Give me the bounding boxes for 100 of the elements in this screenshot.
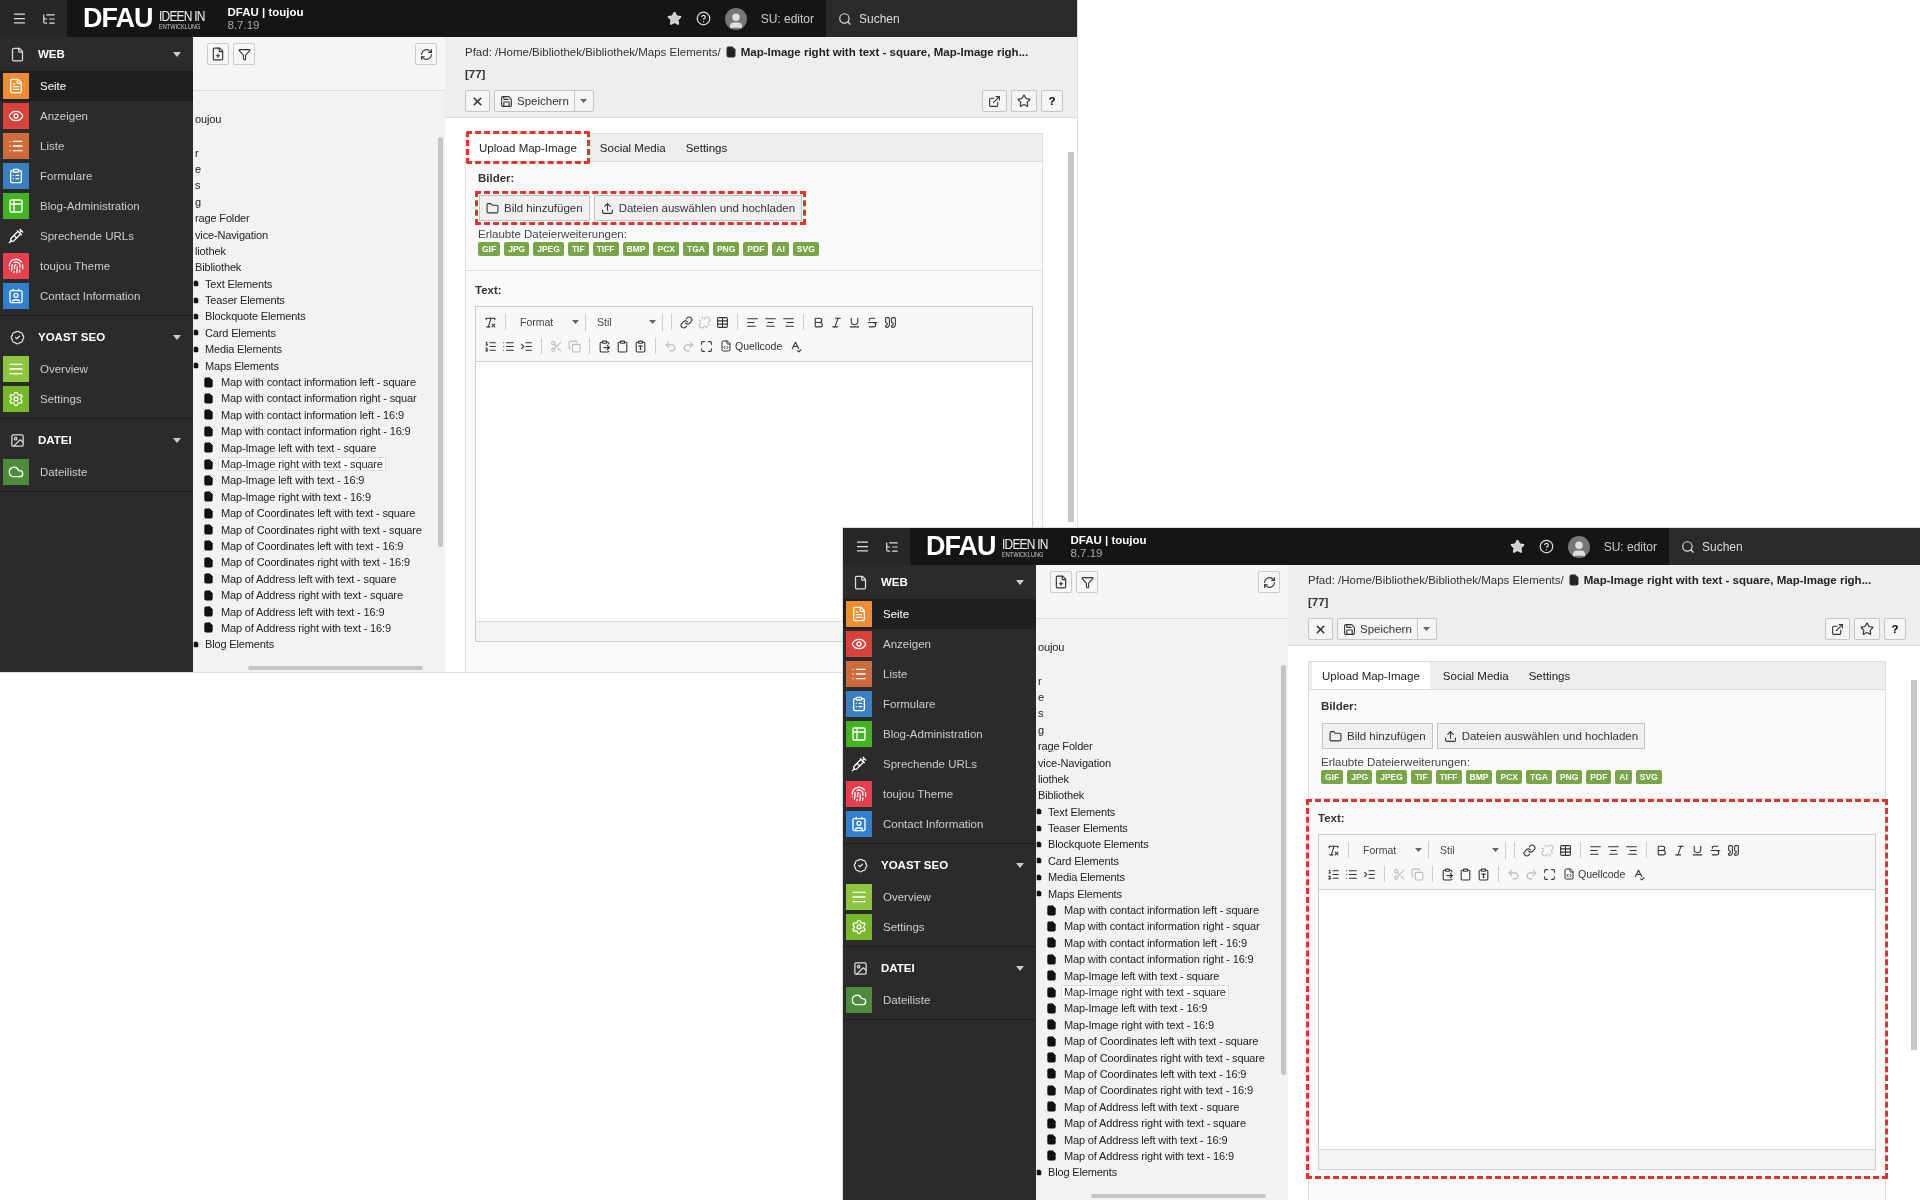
tree-item[interactable]: Map of Address right with text - square bbox=[1062, 1117, 1248, 1130]
module-item[interactable]: Anzeigen bbox=[0, 101, 193, 131]
strikethrough-icon[interactable] bbox=[1709, 843, 1722, 857]
help-button[interactable]: ? bbox=[1884, 618, 1906, 640]
paste-word-icon[interactable] bbox=[1477, 867, 1490, 881]
tree-item[interactable]: Map of Address left with text - square bbox=[219, 572, 399, 585]
tree-item[interactable]: Map-Image left with text - 16:9 bbox=[219, 474, 367, 487]
module-item[interactable]: Settings bbox=[0, 384, 193, 414]
tree-item[interactable]: Map with contact information right - squar bbox=[1062, 920, 1262, 933]
tree-item[interactable]: oujou bbox=[193, 113, 224, 126]
avatar-icon[interactable] bbox=[1567, 535, 1590, 558]
bookmark-button[interactable] bbox=[1011, 90, 1037, 112]
module-item[interactable]: Overview bbox=[843, 882, 1036, 912]
refresh-button[interactable] bbox=[415, 43, 437, 65]
tree-item[interactable]: Card Elements bbox=[1046, 854, 1121, 867]
align-right-icon[interactable] bbox=[1625, 843, 1638, 857]
user-name[interactable]: SU: editor bbox=[760, 11, 814, 26]
italic-icon[interactable] bbox=[1673, 843, 1686, 857]
tree-item[interactable]: Maps Elements bbox=[203, 359, 281, 372]
tree-item[interactable]: rage Folder bbox=[1036, 740, 1095, 753]
bullet-list-icon[interactable] bbox=[1345, 867, 1358, 881]
tab[interactable]: Social Media bbox=[1432, 662, 1519, 689]
paste-word-icon[interactable] bbox=[634, 339, 647, 353]
tree-list-icon[interactable] bbox=[884, 539, 899, 554]
module-group-header[interactable]: YOAST SEO bbox=[0, 320, 193, 354]
tree-item[interactable]: Media Elements bbox=[1046, 871, 1127, 884]
filter-button[interactable] bbox=[1076, 571, 1098, 593]
module-item[interactable]: Blog-Administration bbox=[843, 719, 1036, 749]
tree-item[interactable]: Map-Image left with text - square bbox=[1062, 969, 1222, 982]
maximize-icon[interactable] bbox=[1543, 867, 1556, 881]
module-item[interactable]: Contact Information bbox=[843, 809, 1036, 839]
tree-item[interactable]: Map of Coordinates right with text - 16:9 bbox=[219, 556, 412, 569]
tree-item[interactable]: Map-Image right with text - 16:9 bbox=[219, 490, 373, 503]
module-item[interactable]: toujou Theme bbox=[0, 251, 193, 281]
close-button[interactable] bbox=[465, 90, 490, 112]
tree-item[interactable]: Map with contact information right - 16:9 bbox=[219, 425, 413, 438]
rich-text-editor[interactable]: Format Stil Quellcode bbox=[1318, 834, 1876, 1170]
add-image-button[interactable]: Bild hinzufügen bbox=[1322, 723, 1433, 749]
module-item[interactable]: Dateiliste bbox=[0, 457, 193, 487]
tree-item[interactable]: Map of Address left with text - 16:9 bbox=[1062, 1133, 1230, 1146]
paste-icon[interactable] bbox=[1441, 867, 1454, 881]
tree-item[interactable]: r bbox=[193, 146, 201, 159]
align-left-icon[interactable] bbox=[746, 315, 759, 329]
tree-item[interactable]: vice-Navigation bbox=[1036, 756, 1113, 769]
search-field[interactable]: Suchen bbox=[1669, 528, 1920, 565]
tree-item[interactable]: Blockquote Elements bbox=[1046, 838, 1151, 851]
source-button[interactable]: Quellcode bbox=[718, 340, 785, 352]
add-image-button[interactable]: Bild hinzufügen bbox=[479, 195, 590, 221]
scrollbar[interactable] bbox=[1091, 1194, 1266, 1198]
tree-item[interactable]: Map with contact information left - 16:9 bbox=[1062, 936, 1249, 949]
tree-item[interactable]: Map with contact information left - 16:9 bbox=[219, 408, 406, 421]
tree-item[interactable]: Teaser Elements bbox=[203, 294, 287, 307]
tab[interactable]: Settings bbox=[1518, 662, 1581, 689]
module-item[interactable]: Formulare bbox=[0, 161, 193, 191]
open-new-window-button[interactable] bbox=[1825, 618, 1850, 640]
tree-item[interactable]: Map with contact information left - square bbox=[1062, 904, 1261, 917]
paste-text-icon[interactable] bbox=[1459, 867, 1472, 881]
spellcheck-icon[interactable] bbox=[1632, 867, 1646, 881]
align-center-icon[interactable] bbox=[764, 315, 777, 329]
tree-item[interactable]: Card Elements bbox=[203, 326, 278, 339]
tree-item[interactable]: g bbox=[1036, 723, 1046, 736]
source-button[interactable]: Quellcode bbox=[1561, 868, 1628, 880]
tree-item[interactable]: Map of Address left with text - 16:9 bbox=[219, 605, 387, 618]
tree-item[interactable]: Map of Address right with text - square bbox=[219, 589, 405, 602]
tree-item[interactable]: s bbox=[1036, 707, 1046, 720]
avatar-icon[interactable] bbox=[724, 7, 747, 30]
module-item[interactable]: Sprechende URLs bbox=[0, 221, 193, 251]
underline-icon[interactable] bbox=[848, 315, 861, 329]
style-dropdown[interactable]: Format bbox=[1357, 841, 1429, 859]
style-dropdown[interactable]: Format bbox=[514, 313, 586, 331]
scrollbar[interactable] bbox=[1068, 152, 1074, 522]
tree-item[interactable]: Map with contact information right - 16:9 bbox=[1062, 953, 1256, 966]
module-group-header[interactable]: DATEI bbox=[0, 423, 193, 457]
style-dropdown[interactable]: Stil bbox=[1434, 841, 1506, 859]
tab[interactable]: Upload Map-Image bbox=[469, 134, 587, 161]
bold-icon[interactable] bbox=[812, 315, 825, 329]
table-icon[interactable] bbox=[716, 315, 729, 329]
link-icon[interactable] bbox=[680, 315, 693, 329]
scrollbar[interactable] bbox=[1911, 680, 1917, 1050]
tree-item[interactable]: Blockquote Elements bbox=[203, 310, 308, 323]
new-page-button[interactable] bbox=[1050, 571, 1072, 593]
tree-item[interactable]: Media Elements bbox=[203, 343, 284, 356]
tree-item[interactable]: Map-Image left with text - 16:9 bbox=[1062, 1002, 1210, 1015]
maximize-icon[interactable] bbox=[700, 339, 713, 353]
new-page-button[interactable] bbox=[207, 43, 229, 65]
module-item[interactable]: Liste bbox=[843, 659, 1036, 689]
spellcheck-icon[interactable] bbox=[789, 339, 803, 353]
quote-icon[interactable] bbox=[1727, 843, 1740, 857]
numbered-list-icon[interactable] bbox=[484, 339, 497, 353]
module-item[interactable]: Overview bbox=[0, 354, 193, 384]
table-icon[interactable] bbox=[1559, 843, 1572, 857]
module-item[interactable]: Dateiliste bbox=[843, 985, 1036, 1015]
tree-item[interactable]: Map of Coordinates right with text - square bbox=[219, 523, 424, 536]
underline-icon[interactable] bbox=[1691, 843, 1704, 857]
tree-item[interactable]: Map-Image right with text - square bbox=[1062, 986, 1228, 998]
tree-item[interactable]: Map-Image right with text - 16:9 bbox=[1062, 1018, 1216, 1031]
tree-item[interactable]: Teaser Elements bbox=[1046, 822, 1130, 835]
tree-item[interactable]: Map of Address right with text - 16:9 bbox=[1062, 1149, 1236, 1162]
tab[interactable]: Upload Map-Image bbox=[1312, 662, 1430, 689]
clear-format-icon[interactable] bbox=[1327, 843, 1340, 857]
